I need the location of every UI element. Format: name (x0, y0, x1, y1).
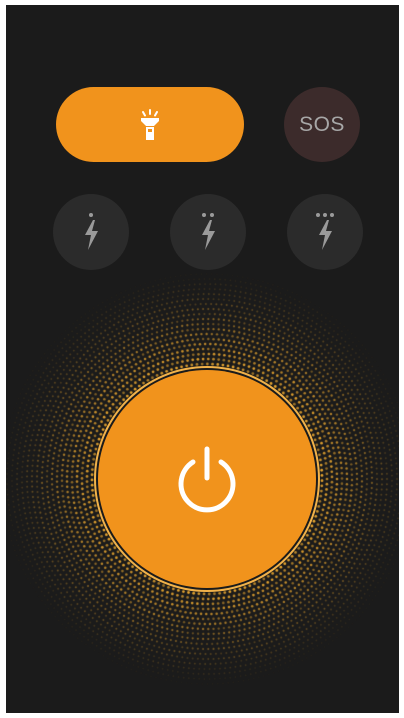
lightning-two-dots-icon (202, 213, 215, 250)
power-icon (178, 446, 236, 513)
lightning-three-dots-icon (316, 213, 334, 250)
strobe-mode-2-button[interactable] (170, 194, 246, 270)
power-button[interactable] (98, 370, 316, 588)
sos-button[interactable]: SOS (284, 87, 360, 162)
flashlight-screen: SOS (6, 5, 399, 713)
strobe-mode-1-button[interactable] (53, 194, 129, 270)
flashlight-mode-button[interactable] (56, 87, 244, 162)
flashlight-icon (141, 108, 159, 140)
sos-label: SOS (299, 112, 345, 136)
lightning-one-dot-icon (85, 213, 98, 250)
strobe-mode-3-button[interactable] (287, 194, 363, 270)
